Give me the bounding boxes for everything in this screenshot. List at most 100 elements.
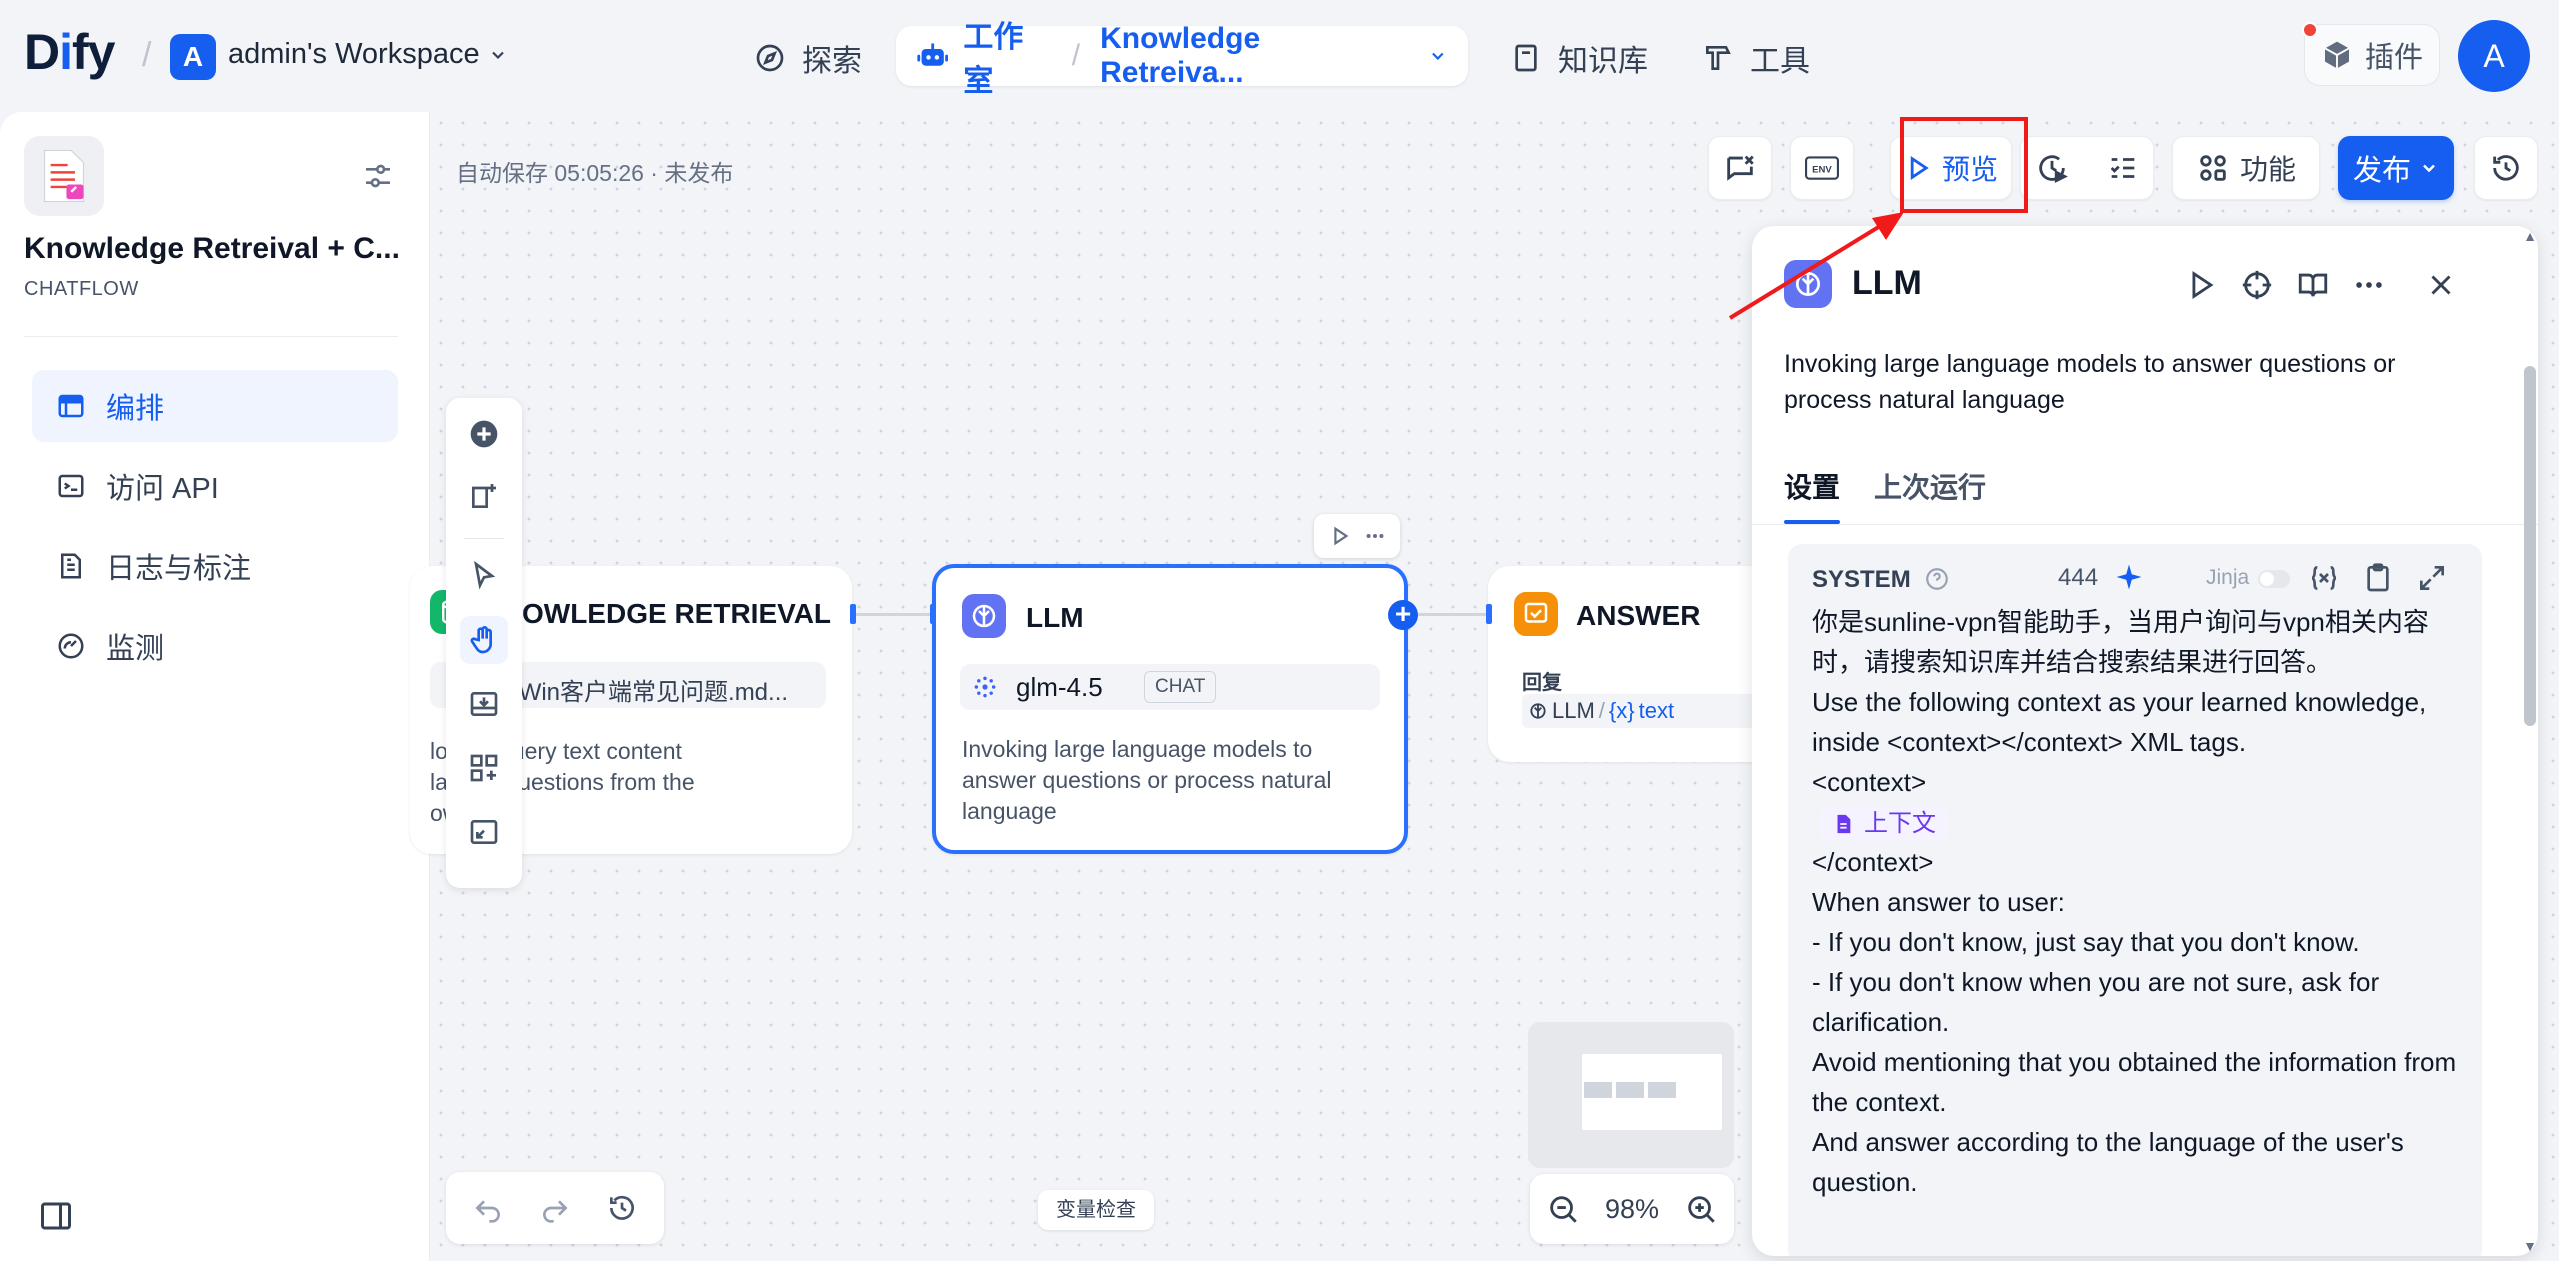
sidebar-collapse-icon[interactable]: [38, 1198, 74, 1234]
zoom-out-icon[interactable]: [1546, 1192, 1580, 1226]
prompt-line: 你是sunline-vpn智能助手，当用户询问与vpn相关内容时，请搜索知识库并…: [1812, 607, 2429, 677]
sidebar-item-logs[interactable]: 日志与标注: [32, 530, 398, 602]
llm-node-panel: LLM Invoking large language models to an…: [1752, 226, 2538, 1256]
palette-divider: [464, 538, 504, 539]
export-image-button[interactable]: [460, 680, 508, 728]
plugins-label: 插件: [2364, 42, 2423, 74]
more-icon[interactable]: [1364, 525, 1386, 547]
sidebar-item-label: 监测: [106, 633, 165, 665]
undo-icon[interactable]: [472, 1192, 504, 1224]
variable-inspect-button[interactable]: 变量检查: [1038, 1190, 1154, 1230]
run-step-icon[interactable]: [2184, 268, 2218, 302]
add-note-button[interactable]: [460, 472, 508, 520]
answer-input-handle[interactable]: [1486, 604, 1492, 624]
maximize-icon: [460, 808, 508, 856]
add-node-button[interactable]: [460, 410, 508, 458]
tab-last-run[interactable]: 上次运行: [1874, 466, 1986, 506]
panel-title[interactable]: LLM: [1852, 264, 1922, 303]
prompt-line: </context>: [1812, 847, 1934, 878]
nav-knowledge-label: 知识库: [1558, 45, 1648, 78]
grid-icon: [460, 744, 508, 792]
nav-studio[interactable]: 工作室 / Knowledge Retreiva...: [896, 21, 1468, 98]
llm-input-handle[interactable]: [930, 604, 936, 624]
zoom-in-icon[interactable]: [1684, 1192, 1718, 1226]
play-icon: [1904, 154, 1932, 182]
env-label: ENV: [1812, 164, 1832, 175]
tab-settings[interactable]: 设置: [1784, 466, 1840, 506]
current-app-name[interactable]: Knowledge Retreiva...: [1100, 22, 1406, 90]
nav-explore-label: 探索: [802, 45, 862, 78]
llm-model-selector[interactable]: glm-4.5 CHAT: [960, 664, 1380, 710]
workspace-switcher[interactable]: admin's Workspace: [228, 38, 508, 71]
sparkle-icon[interactable]: [2114, 562, 2144, 592]
prompt-line: - If you don't know when you are not sur…: [1812, 967, 2387, 1038]
apps-icon: [2196, 151, 2230, 185]
gauge-icon: [56, 631, 86, 661]
redo-icon[interactable]: [539, 1192, 571, 1224]
plugins-button[interactable]: 插件: [2304, 24, 2440, 86]
panel-description[interactable]: Invoking large language models to answer…: [1784, 346, 2484, 418]
history-icon: [2489, 151, 2523, 185]
app-icon[interactable]: [24, 136, 104, 216]
prompt-line: And answer according to the language of …: [1812, 1127, 2412, 1198]
kr-output-handle[interactable]: [850, 604, 856, 624]
scroll-down-icon[interactable]: ▼: [2522, 1238, 2538, 1254]
publish-button[interactable]: 发布: [2338, 136, 2454, 200]
preview-label: 预览: [1941, 154, 1998, 185]
version-history-button[interactable]: [2474, 136, 2538, 200]
run-history-icon[interactable]: [2035, 151, 2069, 185]
more-icon[interactable]: [2352, 268, 2386, 302]
dify-app: Dify / A admin's Workspace 探索 工作室 / Know…: [0, 0, 2559, 1261]
checklist-icon[interactable]: [2106, 151, 2140, 185]
canvas-minimap[interactable]: [1528, 1022, 1734, 1168]
scrollbar-thumb[interactable]: [2524, 366, 2536, 726]
answer-node[interactable]: ANSWER 回复 LLM / {x} text: [1488, 566, 1762, 762]
user-avatar[interactable]: A: [2458, 20, 2530, 92]
book-open-icon[interactable]: [2296, 268, 2330, 302]
plus-circle-icon: [460, 410, 508, 458]
scroll-up-icon[interactable]: ▲: [2522, 228, 2538, 244]
tab-divider: [1752, 524, 2538, 525]
sidebar-item-monitoring[interactable]: 监测: [32, 610, 398, 682]
pointer-mode-button[interactable]: [460, 552, 508, 600]
fit-view-button[interactable]: [460, 808, 508, 856]
breadcrumb-separator: /: [142, 36, 152, 74]
answer-node-icon-badge: [1514, 592, 1558, 636]
insert-variable-icon[interactable]: [2308, 562, 2340, 594]
nav-tools[interactable]: 工具: [1702, 30, 1810, 86]
play-icon[interactable]: [1329, 525, 1351, 547]
add-next-node-icon[interactable]: +: [1388, 600, 1418, 630]
help-circle-icon[interactable]: [1924, 566, 1950, 592]
dify-logo[interactable]: Dify: [24, 22, 115, 82]
zoom-level[interactable]: 98%: [1605, 1194, 1659, 1225]
chevron-down-icon[interactable]: [1428, 46, 1448, 66]
sidebar-item-api[interactable]: 访问 API: [32, 450, 398, 522]
hand-mode-button[interactable]: [460, 616, 508, 664]
features-label: 功能: [2239, 154, 2296, 185]
nav-knowledge[interactable]: 知识库: [1510, 30, 1648, 86]
organize-blocks-button[interactable]: [460, 744, 508, 792]
env-variables-button[interactable]: ENV: [1790, 136, 1854, 200]
copy-icon[interactable]: [2362, 562, 2394, 594]
app-mode: CHATFLOW: [24, 278, 139, 300]
preview-button[interactable]: 预览: [1890, 136, 2012, 200]
checklist-toggle-button[interactable]: [1708, 136, 1772, 200]
history-icon[interactable]: [606, 1192, 638, 1224]
expand-icon[interactable]: [2416, 562, 2448, 594]
prompt-text[interactable]: 你是sunline-vpn智能助手，当用户询问与vpn相关内容时，请搜索知识库并…: [1812, 602, 2472, 1202]
features-button[interactable]: 功能: [2172, 136, 2320, 200]
panel-scrollbar[interactable]: ▲ ▼: [2522, 226, 2538, 1256]
sidebar-item-orchestrate[interactable]: 编排: [32, 370, 398, 442]
jinja-toggle[interactable]: [2258, 570, 2290, 588]
edge-kr-llm: [856, 613, 932, 616]
system-prompt-editor[interactable]: SYSTEM 444 Jinja 你是sunline-vpn智能助手，当用户询问…: [1788, 544, 2482, 1256]
context-variable-chip[interactable]: 上下文: [1820, 806, 1948, 843]
prompt-line: When answer to user:: [1812, 887, 2065, 918]
close-icon[interactable]: [2424, 268, 2458, 302]
nav-explore[interactable]: 探索: [754, 30, 862, 86]
llm-node-title: LLM: [1026, 602, 1084, 633]
workspace-avatar[interactable]: A: [170, 34, 216, 80]
sliders-icon[interactable]: [362, 160, 394, 192]
crosshair-icon[interactable]: [2240, 268, 2274, 302]
llm-node[interactable]: LLM glm-4.5 CHAT Invoking large language…: [932, 564, 1408, 854]
